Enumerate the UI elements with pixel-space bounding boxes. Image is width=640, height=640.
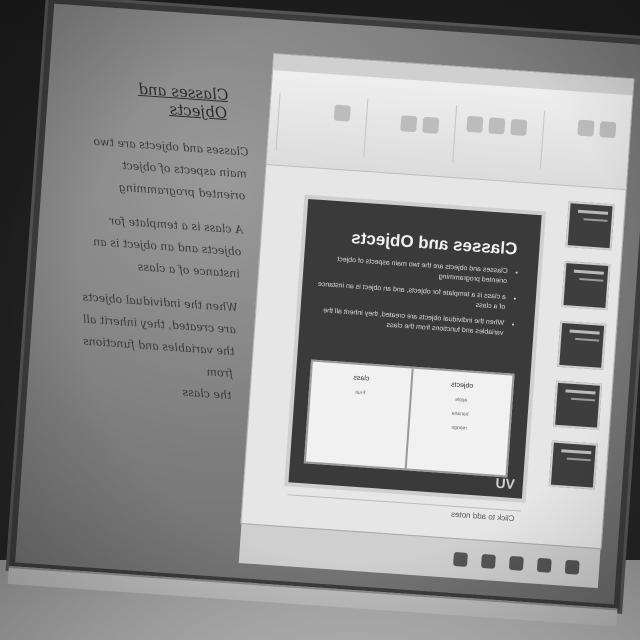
toolbar-button[interactable] — [466, 115, 484, 133]
toolbar-button[interactable] — [334, 104, 352, 122]
table-column-objects: objects apple banana mango — [404, 368, 513, 476]
ribbon-group — [275, 92, 358, 157]
slide-table: objects apple banana mango class Fruit — [303, 359, 515, 478]
ribbon-toolbar — [275, 92, 623, 175]
slide-thumbnail[interactable] — [552, 380, 603, 430]
toolbar-button[interactable] — [422, 116, 440, 134]
university-logo: VU — [494, 474, 516, 493]
toolbar-button[interactable] — [599, 121, 617, 139]
ribbon-group — [540, 111, 623, 175]
slide-thumbnail[interactable] — [557, 320, 607, 370]
start-icon[interactable] — [564, 559, 580, 575]
toolbar-button[interactable] — [510, 118, 528, 137]
toolbar-button[interactable] — [577, 119, 595, 137]
table-cell: Fruit — [355, 389, 366, 397]
ribbon-group — [363, 98, 447, 163]
whiteboard: Classes and Objects Classes and objects … — [7, 0, 640, 627]
toolbar-button[interactable] — [488, 117, 506, 135]
handwritten-notes: Classes and Objects Classes and objects … — [61, 66, 260, 497]
table-cell: apple — [454, 396, 468, 404]
slide-thumbnail[interactable] — [561, 260, 611, 311]
toolbar-button[interactable] — [400, 115, 418, 133]
slide-thumbnail[interactable] — [565, 201, 615, 251]
slide-bullets: Classes and objects are the two main asp… — [299, 253, 537, 341]
photo-scene: Classes and Objects Classes and objects … — [0, 0, 640, 640]
table-cell: banana — [451, 410, 469, 418]
table-column-class: class Fruit — [306, 362, 412, 469]
projected-screen: Classes and Objects Classes and objects … — [238, 53, 635, 589]
app-ribbon — [266, 54, 634, 191]
taskbar-app-icon[interactable] — [536, 557, 552, 573]
current-slide[interactable]: Classes and Objects Classes and objects … — [288, 198, 542, 499]
handwritten-title: Classes and Objects — [137, 79, 229, 123]
table-header: objects — [450, 381, 474, 390]
slide-thumbnail[interactable] — [548, 440, 598, 490]
taskbar-app-icon[interactable] — [480, 553, 496, 569]
notes-pane[interactable]: Click to add notes — [286, 494, 522, 529]
powerpoint-icon[interactable] — [453, 551, 468, 567]
table-cell: mango — [451, 424, 467, 432]
taskbar-app-icon[interactable] — [508, 555, 524, 571]
table-header: class — [353, 374, 370, 383]
ribbon-group — [452, 105, 535, 169]
